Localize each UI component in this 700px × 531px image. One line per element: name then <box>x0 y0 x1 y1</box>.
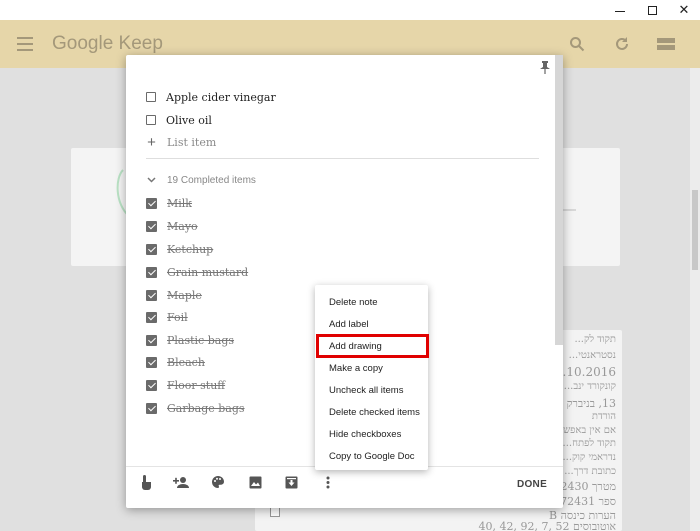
background-note-line: ספר 72431 <box>560 495 616 508</box>
menu-item-uncheck-all-items[interactable]: Uncheck all items <box>329 382 403 400</box>
checked-checkbox[interactable] <box>146 289 157 301</box>
list-item-label[interactable]: Ketchup <box>167 243 213 256</box>
background-note-line: 13, בניברק <box>566 397 616 410</box>
page-scrollbar-thumb[interactable] <box>692 190 698 270</box>
background-note-card[interactable] <box>560 148 620 266</box>
pin-icon[interactable] <box>538 60 552 74</box>
list-item-label[interactable]: Apple cider vinegar <box>166 91 276 104</box>
search-icon[interactable] <box>567 34 587 54</box>
list-item-label[interactable]: Plastic bags <box>167 334 234 347</box>
plus-icon: + <box>147 133 156 151</box>
done-button[interactable]: DONE <box>510 476 554 494</box>
chevron-down-icon <box>146 175 157 186</box>
completed-list-item[interactable]: Bleach <box>146 352 205 372</box>
background-note-line: תקוד לק... <box>574 334 616 345</box>
list-item-label[interactable]: Milk <box>167 197 192 210</box>
completed-items-toggle[interactable]: 19 Completed items <box>146 172 256 188</box>
list-item-label[interactable]: Garbage bags <box>167 402 245 415</box>
close-icon: ✕ <box>678 2 690 17</box>
remind-me-icon[interactable] <box>138 474 154 490</box>
app-title: Google Keep <box>52 33 163 54</box>
checked-checkbox[interactable] <box>146 402 157 414</box>
list-item-label[interactable]: Foil <box>167 311 188 324</box>
checked-checkbox[interactable] <box>146 243 157 255</box>
background-note-line: הורדת <box>591 411 616 422</box>
background-note-line: נדראמי קוק... <box>562 452 616 463</box>
menu-item-add-label[interactable]: Add label <box>329 316 369 334</box>
menu-item-make-a-copy[interactable]: Make a copy <box>329 360 383 378</box>
list-item-label[interactable]: Floor stuff <box>167 379 225 392</box>
checked-checkbox[interactable] <box>146 266 157 278</box>
menu-item-copy-to-google-doc[interactable]: Copy to Google Doc <box>329 448 415 466</box>
list-item-placeholder[interactable]: List item <box>167 136 216 149</box>
palette-icon[interactable] <box>210 474 226 490</box>
completed-list-item[interactable]: Milk <box>146 193 192 213</box>
menu-item-delete-note[interactable]: Delete note <box>329 294 378 312</box>
background-checkbox <box>270 507 280 517</box>
image-icon[interactable] <box>247 474 263 490</box>
more-icon[interactable] <box>320 474 336 490</box>
checkbox[interactable] <box>146 115 156 125</box>
refresh-icon[interactable] <box>612 34 632 54</box>
maximize-button[interactable] <box>635 0 669 20</box>
maximize-icon <box>647 5 657 15</box>
completed-list-item[interactable]: Floor stuff <box>146 375 225 395</box>
completed-list-item[interactable]: Grain mustard <box>146 262 248 282</box>
checked-checkbox[interactable] <box>146 197 157 209</box>
menu-item-hide-checkboxes[interactable]: Hide checkboxes <box>329 426 401 444</box>
completed-list-item[interactable]: Garbage bags <box>146 398 245 418</box>
page-scrollbar[interactable] <box>690 68 700 531</box>
completed-list-item[interactable]: Foil <box>146 307 188 327</box>
minimize-icon <box>615 10 625 12</box>
background-note-line: מטרך 2430 <box>560 480 616 493</box>
completed-list-item[interactable]: Maple <box>146 285 202 305</box>
window-titlebar: ✕ <box>0 0 700 20</box>
note-toolbar <box>126 466 563 508</box>
archive-icon[interactable] <box>283 474 299 490</box>
completed-list-item[interactable]: Ketchup <box>146 239 213 259</box>
list-item-label[interactable]: Grain mustard <box>167 266 248 279</box>
list-item[interactable]: Olive oil <box>146 110 212 130</box>
list-view-icon[interactable] <box>656 34 676 54</box>
menu-item-delete-checked-items[interactable]: Delete checked items <box>329 404 420 422</box>
list-item-label[interactable]: Bleach <box>167 356 205 369</box>
checked-checkbox[interactable] <box>146 311 157 323</box>
note-scrollbar[interactable] <box>555 55 563 345</box>
completed-list-item[interactable]: Mayo <box>146 216 198 236</box>
background-note-line: נסטראנטי... <box>568 350 616 361</box>
menu-icon[interactable] <box>17 37 33 51</box>
background-note-line: תקוד לפתח... <box>562 438 616 449</box>
checked-checkbox[interactable] <box>146 356 157 368</box>
background-note-line: אוטובוסים 52 ,7 ,92 ,42 ,40 <box>478 520 617 531</box>
checked-checkbox[interactable] <box>146 334 157 346</box>
close-button[interactable]: ✕ <box>667 0 700 20</box>
checked-checkbox[interactable] <box>146 379 157 391</box>
collaborator-icon[interactable] <box>173 474 189 490</box>
background-note-line: כתובת דרך... <box>564 466 616 477</box>
checked-checkbox[interactable] <box>146 220 157 232</box>
list-item[interactable]: Apple cider vinegar <box>146 87 276 107</box>
background-note-line: קונקורד ינב... <box>563 381 616 392</box>
completed-items-label[interactable]: 19 Completed items <box>167 175 256 186</box>
highlight-box <box>316 334 429 358</box>
completed-list-item[interactable]: Plastic bags <box>146 330 234 350</box>
list-item-label[interactable]: Olive oil <box>166 114 212 127</box>
divider <box>146 158 539 159</box>
list-item-label[interactable]: Mayo <box>167 220 198 233</box>
add-list-item[interactable]: + List item <box>146 132 216 152</box>
checkbox[interactable] <box>146 92 156 102</box>
list-item-label[interactable]: Maple <box>167 289 202 302</box>
minimize-button[interactable] <box>603 0 637 20</box>
